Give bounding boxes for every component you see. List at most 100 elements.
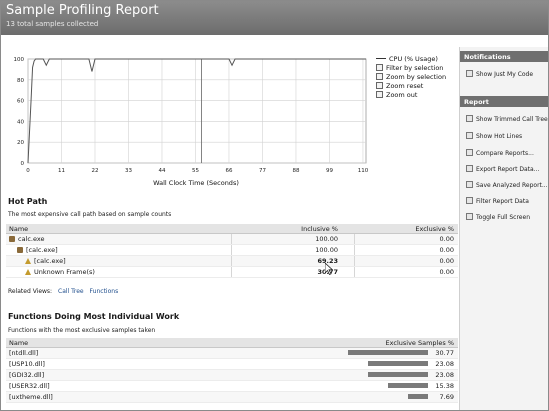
functions-link[interactable]: Functions [90, 288, 119, 295]
function-name: [GDI32.dll] [9, 371, 45, 379]
report-header-panel: Report [460, 96, 548, 107]
y-tick-label: 60 [17, 99, 24, 105]
table-row[interactable]: [USER32.dll] 15.38 [6, 381, 458, 392]
zoom-out-icon [376, 91, 383, 98]
row-name-text: [calc.exe] [26, 246, 58, 254]
mouse-cursor-icon [325, 263, 333, 275]
plot-frame [27, 58, 367, 164]
show-trimmed-call-tree-button[interactable]: Show Trimmed Call Tree [466, 115, 548, 123]
row-inclusive: 100.00 [315, 246, 338, 254]
cpu-usage-chart[interactable]: 0 20 40 60 80 100 0 11 22 33 44 55 66 77 88 99 110 Wall… [1, 47, 458, 192]
y-tick-label: 20 [17, 140, 24, 146]
table-row[interactable]: [calc.exe] 69.23 0.00 [6, 256, 458, 267]
hot-lines-icon [466, 132, 473, 139]
hot-path-description: The most expensive call path based on sa… [8, 211, 172, 218]
column-separator [231, 234, 232, 244]
functions-description: Functions with the most exclusive sample… [8, 327, 156, 334]
exclusive-samples-value: 30.77 [435, 349, 454, 357]
row-name: [calc.exe] [17, 246, 58, 254]
profiling-report-page: Sample Profiling Report 13 total samples… [0, 0, 549, 411]
legend-line-icon [376, 58, 386, 59]
x-tick-label: 11 [58, 168, 65, 174]
x-tick-label: 110 [358, 168, 369, 174]
export-report-data-button[interactable]: Export Report Data... [466, 165, 539, 173]
report-title: Sample Profiling Report [6, 3, 159, 18]
zoom-out-button[interactable]: Zoom out [376, 91, 417, 99]
row-name-text: Unknown Frame(s) [34, 268, 95, 276]
col-exclusive-header[interactable]: Exclusive % [415, 225, 454, 233]
zoom-reset-label: Zoom reset [386, 82, 424, 90]
table-row[interactable]: [calc.exe] 100.00 0.00 [6, 245, 458, 256]
show-just-my-code-label: Show Just My Code [476, 71, 534, 78]
y-tick-label: 0 [21, 161, 25, 167]
zoom-reset-icon [376, 82, 383, 89]
show-just-my-code-button[interactable]: Show Just My Code [466, 70, 533, 78]
table-row[interactable]: [GDI32.dll] 23.08 [6, 370, 458, 381]
filter-by-selection-label: Filter by selection [386, 64, 444, 72]
show-hot-lines-button[interactable]: Show Hot Lines [466, 132, 522, 140]
table-row[interactable]: calc.exe 100.00 0.00 [6, 234, 458, 245]
zoom-reset-button[interactable]: Zoom reset [376, 82, 423, 90]
exclusive-samples-value: 15.38 [435, 382, 454, 390]
row-exclusive: 0.00 [439, 268, 454, 276]
exclusive-samples-value: 23.08 [435, 371, 454, 379]
notifications-header: Notifications [460, 51, 548, 62]
col-exclusive-samples-header[interactable]: Exclusive Samples % [386, 339, 454, 347]
column-separator [354, 256, 355, 266]
compare-reports-button[interactable]: Compare Reports... [466, 149, 534, 157]
table-row[interactable]: Unknown Frame(s) 30.77 0.00 [6, 267, 458, 278]
y-tick-label: 100 [14, 57, 25, 63]
functions-header-row: Name Exclusive Samples % [6, 338, 458, 348]
filter-report-data-button[interactable]: Filter Report Data [466, 197, 529, 205]
hot-item-icon [25, 258, 31, 264]
column-separator [231, 256, 232, 266]
table-row[interactable]: [ntdll.dll] 30.77 [6, 348, 458, 359]
exclusive-samples-bar [368, 372, 428, 377]
filter-icon [376, 64, 383, 71]
column-separator [354, 234, 355, 244]
exclusive-samples-value: 23.08 [435, 360, 454, 368]
just-my-code-icon [466, 70, 473, 77]
table-row[interactable]: [uxtheme.dll] 7.69 [6, 392, 458, 403]
functions-title: Functions Doing Most Individual Work [8, 312, 180, 321]
function-name: [uxtheme.dll] [9, 393, 53, 401]
compare-icon [466, 149, 473, 156]
row-name-text: calc.exe [18, 235, 45, 243]
exclusive-samples-bar [348, 350, 428, 355]
x-tick-label: 99 [326, 168, 333, 174]
exclusive-samples-value: 7.69 [439, 393, 454, 401]
filter-by-selection-button[interactable]: Filter by selection [376, 64, 443, 72]
table-row[interactable]: [USP10.dll] 23.08 [6, 359, 458, 370]
call-tree-link[interactable]: Call Tree [58, 288, 84, 295]
hot-path-icon [17, 247, 23, 253]
save-analyzed-report-label: Save Analyzed Report... [476, 182, 548, 189]
fullscreen-icon [466, 213, 473, 220]
col-name-header[interactable]: Name [9, 225, 28, 233]
function-name: [USER32.dll] [9, 382, 50, 390]
col-function-name-header[interactable]: Name [9, 339, 28, 347]
y-tick-label: 80 [17, 78, 24, 84]
row-name: [calc.exe] [25, 257, 66, 265]
row-exclusive: 0.00 [439, 257, 454, 265]
zoom-by-selection-button[interactable]: Zoom by selection [376, 73, 446, 81]
exclusive-samples-bar [368, 361, 428, 366]
column-separator [354, 267, 355, 277]
report-header: Sample Profiling Report 13 total samples… [1, 1, 548, 35]
exclusive-samples-bar [408, 394, 428, 399]
functions-table: Name Exclusive Samples % [ntdll.dll] 30.7… [6, 338, 458, 403]
hot-path-rows: calc.exe 100.00 0.00 [calc.exe] 100.00 0… [6, 234, 458, 278]
hot-path-header-row: Name Inclusive % Exclusive % [6, 224, 458, 234]
column-separator [354, 245, 355, 255]
x-tick-label: 77 [259, 168, 266, 174]
hot-path-icon [9, 236, 15, 242]
x-tick-label: 22 [91, 168, 98, 174]
hot-path-title: Hot Path [8, 197, 48, 206]
col-inclusive-header[interactable]: Inclusive % [301, 225, 338, 233]
toggle-full-screen-button[interactable]: Toggle Full Screen [466, 213, 530, 221]
legend-label: CPU (% Usage) [389, 55, 438, 63]
functions-rows: [ntdll.dll] 30.77 [USP10.dll] 23.08 [GDI32.d… [6, 348, 458, 403]
zoom-out-label: Zoom out [386, 91, 418, 99]
save-analyzed-report-button[interactable]: Save Analyzed Report... [466, 181, 548, 189]
x-tick-label: 0 [26, 168, 30, 174]
hot-item-icon [25, 269, 31, 275]
